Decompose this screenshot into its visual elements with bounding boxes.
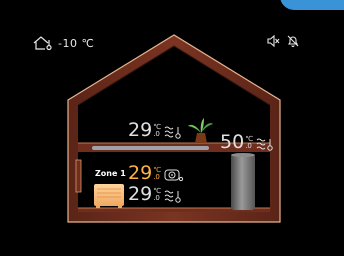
floor-heating-pipe	[92, 146, 209, 150]
floor-heating-icon	[164, 126, 181, 139]
tank-temp-decimal: .0	[245, 142, 252, 150]
wall-radiator	[75, 159, 82, 193]
water-tank[interactable]	[231, 153, 255, 210]
tank-heating-icon	[256, 138, 273, 151]
tank-temperature[interactable]: 50 ℃ .0	[220, 133, 276, 152]
zone-1-temperature[interactable]: 29 ℃ .0	[128, 164, 184, 183]
zone-1-temp-int: 29	[128, 162, 153, 184]
zone-1-temp-decimal: .0	[153, 173, 160, 181]
zone-1-label: Zone 1	[95, 169, 126, 178]
zone-lower-temp-int: 29	[128, 183, 153, 205]
zone-lower-temperature[interactable]: 29 ℃ .0	[128, 185, 184, 204]
zone-lower-temp-decimal: .0	[153, 194, 160, 202]
tank-temp-int: 50	[220, 131, 245, 153]
upper-floor-temp-decimal: .0	[153, 130, 160, 138]
heater-unit[interactable]	[94, 184, 124, 208]
upper-floor-temperature[interactable]: 29 ℃ .0	[128, 121, 184, 140]
thermostat-icon	[164, 169, 184, 182]
upper-floor-temp-int: 29	[128, 119, 153, 141]
floor-heating-icon	[164, 190, 181, 203]
